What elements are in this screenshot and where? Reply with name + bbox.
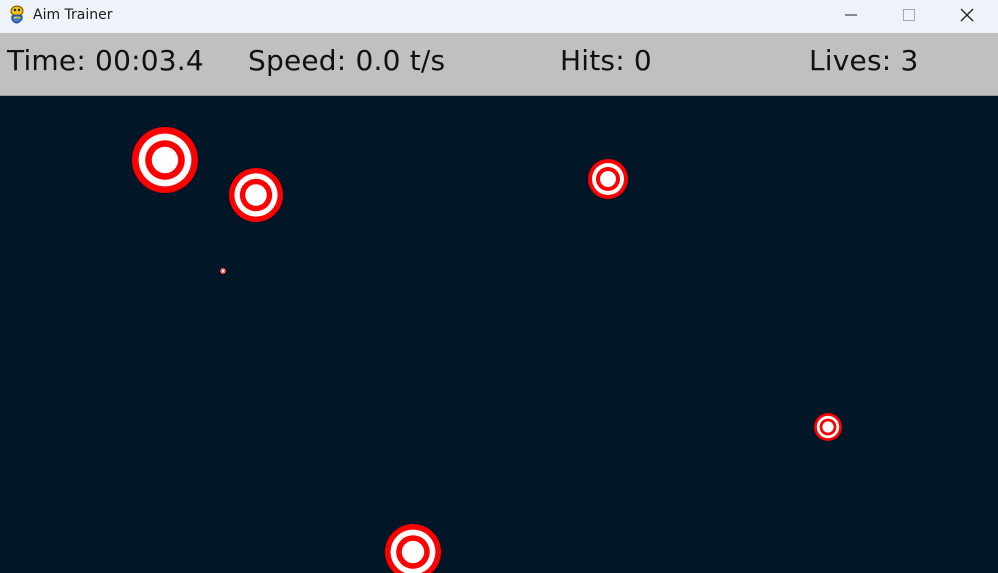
play-field[interactable]	[0, 96, 998, 573]
window-title: Aim Trainer	[33, 7, 113, 23]
target[interactable]	[588, 159, 628, 199]
target[interactable]	[132, 127, 198, 193]
target-ring	[221, 269, 225, 273]
target[interactable]	[229, 168, 283, 222]
minimize-icon	[845, 14, 857, 16]
pygame-snake-icon	[8, 5, 26, 25]
lives-readout: Lives: 3	[809, 44, 919, 77]
target-ring	[600, 171, 616, 187]
speed-readout: Speed: 0.0 t/s	[248, 44, 446, 77]
play-field-canvas[interactable]	[0, 96, 998, 573]
target[interactable]	[220, 268, 226, 274]
target-ring	[245, 184, 267, 206]
minimize-button[interactable]	[822, 0, 880, 30]
close-button[interactable]	[938, 0, 996, 30]
target-ring	[151, 146, 179, 174]
hits-readout: Hits: 0	[560, 44, 652, 77]
target-ring	[822, 421, 834, 433]
target-ring	[401, 540, 425, 564]
target[interactable]	[385, 524, 441, 573]
window-titlebar[interactable]: Aim Trainer	[0, 0, 998, 33]
hud-bar: Time: 00:03.4 Speed: 0.0 t/s Hits: 0 Liv…	[0, 33, 998, 96]
target[interactable]	[814, 413, 842, 441]
maximize-icon	[903, 9, 915, 21]
time-readout: Time: 00:03.4	[7, 44, 204, 77]
close-icon	[960, 8, 974, 22]
maximize-button[interactable]	[880, 0, 938, 30]
